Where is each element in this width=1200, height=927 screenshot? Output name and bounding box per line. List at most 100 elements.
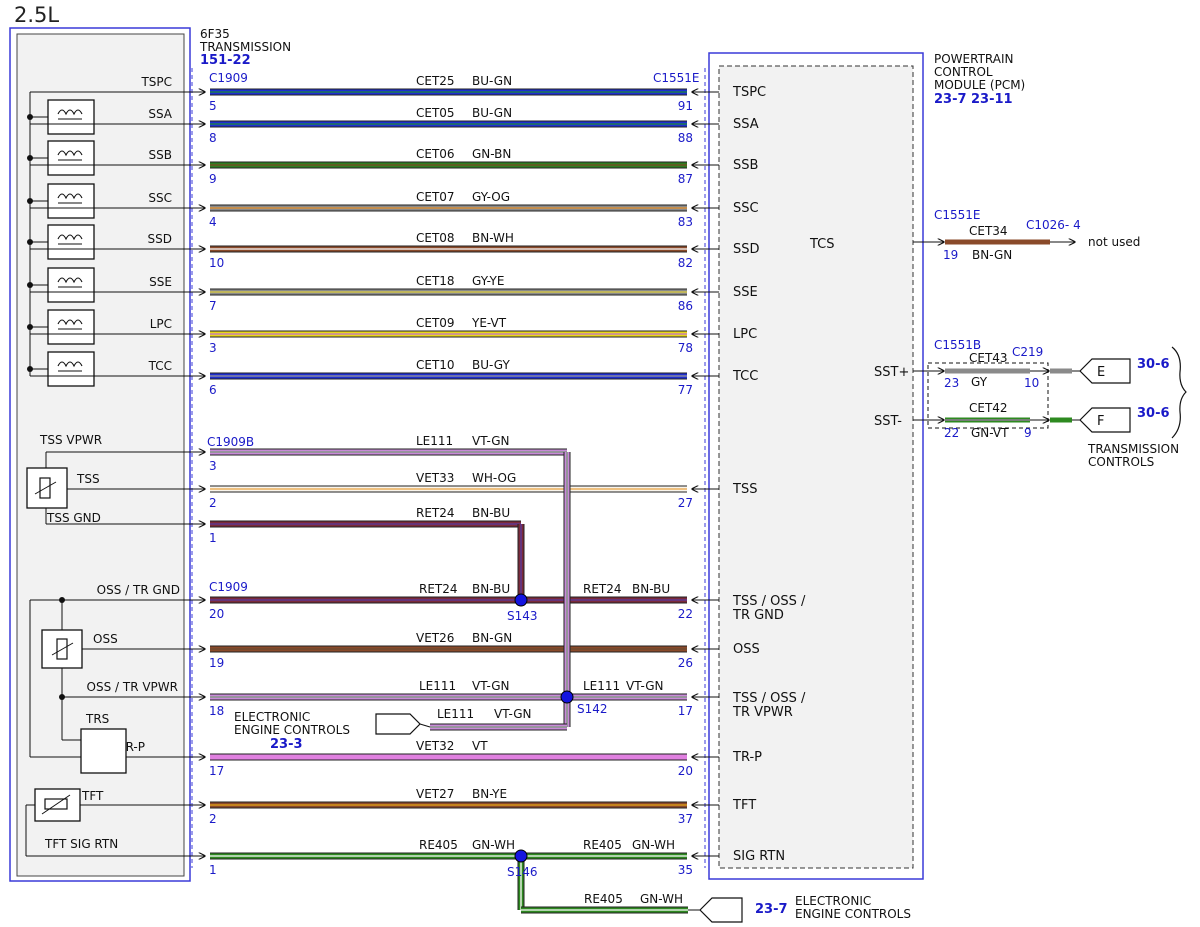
wire-trp-pin-left: 17 bbox=[209, 764, 224, 778]
wire-sse-color: GY-YE bbox=[472, 274, 504, 288]
wire-tss-color: WH-OG bbox=[472, 471, 516, 485]
splice-s146[interactable] bbox=[514, 849, 528, 863]
tft-sensor-icon[interactable] bbox=[34, 788, 81, 822]
wire-lpc-color: YE-VT bbox=[471, 316, 507, 330]
wire-oss_vpwr-color: VT-GN bbox=[472, 679, 509, 693]
wire-oss-pin-right: 26 bbox=[678, 656, 693, 670]
wire-trp-right-label: TR-P bbox=[732, 750, 762, 765]
le111-stub-color: VT-GN bbox=[494, 707, 531, 721]
wire-tssgnd-left-label: TSS GND bbox=[46, 511, 101, 525]
connector-c1551e-top: C1551E bbox=[653, 71, 700, 85]
splice-label-s143: S143 bbox=[507, 609, 538, 623]
wire-lpc-pin-right: 78 bbox=[678, 341, 693, 355]
wire-tspc-pin-right: 91 bbox=[678, 99, 693, 113]
splice-s142[interactable] bbox=[560, 690, 574, 704]
tcs-wire-color: BN-GN bbox=[972, 248, 1012, 262]
eec-bottom-line1: ELECTRONIC bbox=[795, 894, 871, 908]
le111-stub-lead bbox=[419, 723, 431, 728]
sst-minus-ref[interactable]: 30-6 bbox=[1137, 406, 1170, 421]
wire-oss_gnd-color: BN-BU bbox=[472, 582, 510, 596]
wire-tft-circuit: VET27 bbox=[416, 787, 454, 801]
pcm-ref-1[interactable]: 23-7 bbox=[934, 92, 967, 107]
wire-oss_vpwr-pin-right: 17 bbox=[678, 704, 693, 718]
wire-lpc-right-label: LPC bbox=[733, 327, 757, 342]
wire-tssvpwr-left-label: TSS VPWR bbox=[39, 433, 102, 447]
solenoid-ssd-icon[interactable] bbox=[47, 224, 95, 260]
eec-bottom-connector-icon[interactable] bbox=[699, 897, 743, 923]
wire-tssvpwr-color: VT-GN bbox=[472, 434, 509, 448]
trs-switch-box[interactable] bbox=[80, 728, 127, 774]
eec-bottom-line2: ENGINE CONTROLS bbox=[795, 907, 911, 921]
solenoid-ssd-bus-dot bbox=[27, 239, 33, 245]
wire-tss-circuit: VET33 bbox=[416, 471, 454, 485]
wire-ssa-pin-right: 88 bbox=[678, 131, 693, 145]
wire-ssa-pin-left: 8 bbox=[209, 131, 217, 145]
wire-ssb-color: GN-BN bbox=[472, 147, 511, 161]
transmission-ref[interactable]: 151-22 bbox=[200, 53, 251, 68]
wire-tcc-circuit: CET10 bbox=[416, 358, 455, 372]
connector-c1026: C1026- 4 bbox=[1026, 218, 1081, 232]
wire-tft-pin-right: 37 bbox=[678, 812, 693, 826]
wire-ssc-circuit: CET07 bbox=[416, 190, 455, 204]
solenoid-ssa-icon[interactable] bbox=[47, 99, 95, 135]
wire-tcc-pin-right: 77 bbox=[678, 383, 693, 397]
wire-ssb-right-label: SSB bbox=[733, 158, 758, 173]
wire-oss_vpwr-left-label: OSS / TR VPWR bbox=[87, 680, 178, 694]
connector-c1909b: C1909B bbox=[207, 435, 254, 449]
re405-stub-color: GN-WH bbox=[640, 892, 683, 906]
wire-sigrtn-pin-left: 1 bbox=[209, 863, 217, 877]
wire-tss-right-label: TSS bbox=[732, 482, 757, 497]
wire-tcc-right-label: TCC bbox=[732, 369, 758, 384]
solenoid-sse-icon[interactable] bbox=[47, 267, 95, 303]
wire-ssa-circuit: CET05 bbox=[416, 106, 455, 120]
connector-f-icon[interactable] bbox=[1079, 407, 1131, 433]
wire-oss_gnd-circuit-right: RET24 bbox=[583, 582, 622, 596]
wire-lpc-left-label: LPC bbox=[150, 317, 172, 331]
wire-sigrtn-right-label: SIG RTN bbox=[733, 849, 785, 864]
re405-stub-circuit: RE405 bbox=[584, 892, 623, 906]
wire-tspc-left-label: TSPC bbox=[140, 75, 172, 89]
solenoid-lpc-icon[interactable] bbox=[47, 309, 95, 345]
wire-tspc-circuit: CET25 bbox=[416, 74, 455, 88]
eec-bottom-ref[interactable]: 23-7 bbox=[755, 902, 788, 917]
trans-controls-line1: TRANSMISSION bbox=[1087, 442, 1179, 456]
wire-oss_vpwr-right-label-2: TR VPWR bbox=[732, 705, 793, 720]
tss-sensor-icon[interactable] bbox=[26, 467, 68, 509]
wire-trp-circuit: VET32 bbox=[416, 739, 454, 753]
wire-sigrtn-color-right: GN-WH bbox=[632, 838, 675, 852]
connector-e-label: E bbox=[1097, 365, 1105, 380]
eec-left-connector-icon[interactable] bbox=[375, 713, 421, 735]
wire-sigrtn-circuit: RE405 bbox=[419, 838, 458, 852]
sst-minus-pin-r: 9 bbox=[1024, 426, 1032, 440]
wire-oss_gnd-right-label-2: TR GND bbox=[732, 608, 784, 623]
connector-c219: C219 bbox=[1012, 345, 1043, 359]
wire-tss-pin-left: 2 bbox=[209, 496, 217, 510]
wire-tft-color: BN-YE bbox=[472, 787, 507, 801]
wire-sse-circuit: CET18 bbox=[416, 274, 455, 288]
wire-tssvpwr-circuit: LE111 bbox=[416, 434, 453, 448]
wire-oss_gnd-color-right: BN-BU bbox=[632, 582, 670, 596]
pcm-tcs-label: TCS bbox=[809, 237, 835, 252]
wire-tssgnd-color: BN-BU bbox=[472, 506, 510, 520]
wire-ssa-left-label: SSA bbox=[148, 107, 172, 121]
solenoid-ssc-bus-dot bbox=[27, 198, 33, 204]
wire-ssb-pin-right: 87 bbox=[678, 172, 693, 186]
splice-s143[interactable] bbox=[514, 593, 528, 607]
solenoid-tcc-icon[interactable] bbox=[47, 351, 95, 387]
solenoid-ssb-icon[interactable] bbox=[47, 140, 95, 176]
wire-ssb-pin-left: 9 bbox=[209, 172, 217, 186]
wire-tspc-color: BU-GN bbox=[472, 74, 512, 88]
pcm-ref-2[interactable]: 23-11 bbox=[971, 92, 1013, 107]
tcs-wire-pin: 19 bbox=[943, 248, 958, 262]
wire-tssgnd-circuit: RET24 bbox=[416, 506, 455, 520]
sst-plus-ref[interactable]: 30-6 bbox=[1137, 357, 1170, 372]
eec-left-ref[interactable]: 23-3 bbox=[270, 737, 303, 752]
wire-oss_gnd-right-label: TSS / OSS / bbox=[732, 594, 806, 609]
wire-oss_gnd-left-label: OSS / TR GND bbox=[97, 583, 180, 597]
wire-lpc-pin-left: 3 bbox=[209, 341, 217, 355]
wire-tss-pin-right: 27 bbox=[678, 496, 693, 510]
wire-trp-pin-right: 20 bbox=[678, 764, 693, 778]
pcm-name-3: MODULE (PCM) bbox=[934, 78, 1025, 92]
wire-oss_vpwr-circuit-right: LE111 bbox=[583, 679, 620, 693]
solenoid-ssc-icon[interactable] bbox=[47, 183, 95, 219]
